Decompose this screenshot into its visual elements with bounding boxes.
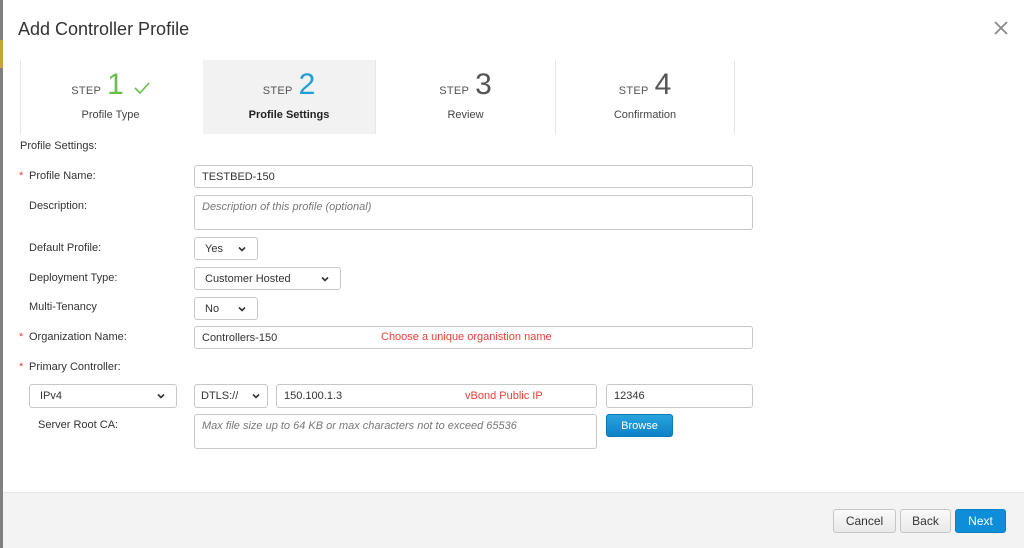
chevron-down-icon <box>321 276 329 282</box>
controller-port-input[interactable]: 12346 <box>606 384 753 408</box>
step-prefix: STEP <box>439 85 470 97</box>
step-name: Profile Settings <box>248 109 330 121</box>
next-button[interactable]: Next <box>955 509 1006 533</box>
profile-name-value: TESTBED-150 <box>202 170 275 183</box>
chevron-down-icon <box>252 393 260 399</box>
protocol-select[interactable]: DTLS:// <box>194 384 268 408</box>
organization-name-hint: Choose a unique organistion name <box>381 331 552 343</box>
step-3-review[interactable]: STEP 3 Review <box>375 60 555 134</box>
default-profile-label: Default Profile: <box>29 242 102 254</box>
close-icon[interactable] <box>990 17 1012 39</box>
description-input[interactable]: Description of this profile (optional) <box>194 195 753 230</box>
default-profile-value: Yes <box>205 242 223 255</box>
description-label: Description: <box>29 200 88 212</box>
section-label: Profile Settings: <box>20 140 98 152</box>
step-number: 4 <box>654 68 672 101</box>
dialog-title: Add Controller Profile <box>18 19 190 39</box>
ip-version-select[interactable]: IPv4 <box>29 384 177 408</box>
step-number: 2 <box>298 68 316 101</box>
controller-address-hint: vBond Public IP <box>465 390 543 402</box>
chevron-down-icon <box>157 393 165 399</box>
deployment-type-label: Deployment Type: <box>29 272 118 284</box>
server-root-ca-label: Server Root CA: <box>38 419 119 431</box>
default-profile-select[interactable]: Yes <box>194 237 258 260</box>
checkmark-icon <box>134 82 150 94</box>
organization-name-value: Controllers-150 <box>202 331 278 344</box>
controller-port-value: 12346 <box>614 390 645 402</box>
dialog-footer: Cancel Back Next <box>3 492 1024 548</box>
multi-tenancy-value: No <box>205 302 220 315</box>
step-name: Review <box>447 109 484 121</box>
step-prefix: STEP <box>618 85 649 97</box>
multi-tenancy-label: Multi-Tenancy <box>29 301 97 313</box>
protocol-value: DTLS:// <box>201 390 239 402</box>
step-name: Confirmation <box>613 109 677 121</box>
add-controller-profile-dialog: Add Controller Profile STEP 1 Profile Ty… <box>3 0 1024 548</box>
cancel-button[interactable]: Cancel <box>833 509 896 533</box>
ip-version-value: IPv4 <box>40 390 63 402</box>
step-prefix: STEP <box>262 85 293 97</box>
required-marker: * <box>19 361 24 373</box>
server-root-ca-input[interactable]: Max file size up to 64 KB or max charact… <box>194 414 597 449</box>
required-marker: * <box>19 331 24 343</box>
description-placeholder: Description of this profile (optional) <box>202 201 372 213</box>
controller-address-value: 150.100.1.3 <box>284 390 343 402</box>
step-4-confirmation[interactable]: STEP 4 Confirmation <box>555 60 735 134</box>
step-name: Profile Type <box>81 109 140 121</box>
chevron-down-icon <box>238 306 246 312</box>
step-number: 1 <box>107 68 124 101</box>
primary-controller-label: Primary Controller: <box>29 361 121 373</box>
organization-name-label: Organization Name: <box>29 331 127 343</box>
multi-tenancy-select[interactable]: No <box>194 297 258 320</box>
profile-name-label: Profile Name: <box>29 170 96 182</box>
back-button[interactable]: Back <box>900 509 951 533</box>
deployment-type-select[interactable]: Customer Hosted <box>194 267 341 290</box>
step-number: 3 <box>475 68 492 101</box>
browse-button[interactable]: Browse <box>606 414 673 437</box>
deployment-type-value: Customer Hosted <box>205 272 291 285</box>
wizard-stepper: STEP 1 Profile Type STEP 2 Profile Setti… <box>20 60 735 134</box>
step-1-profile-type[interactable]: STEP 1 Profile Type <box>20 60 200 134</box>
step-prefix: STEP <box>71 85 102 97</box>
server-root-ca-placeholder: Max file size up to 64 KB or max charact… <box>202 420 517 432</box>
controller-address-input[interactable]: 150.100.1.3 <box>276 384 597 408</box>
chevron-down-icon <box>238 246 246 252</box>
step-2-profile-settings[interactable]: STEP 2 Profile Settings <box>203 60 375 134</box>
profile-name-input[interactable]: TESTBED-150 <box>194 165 753 188</box>
required-marker: * <box>19 170 24 182</box>
